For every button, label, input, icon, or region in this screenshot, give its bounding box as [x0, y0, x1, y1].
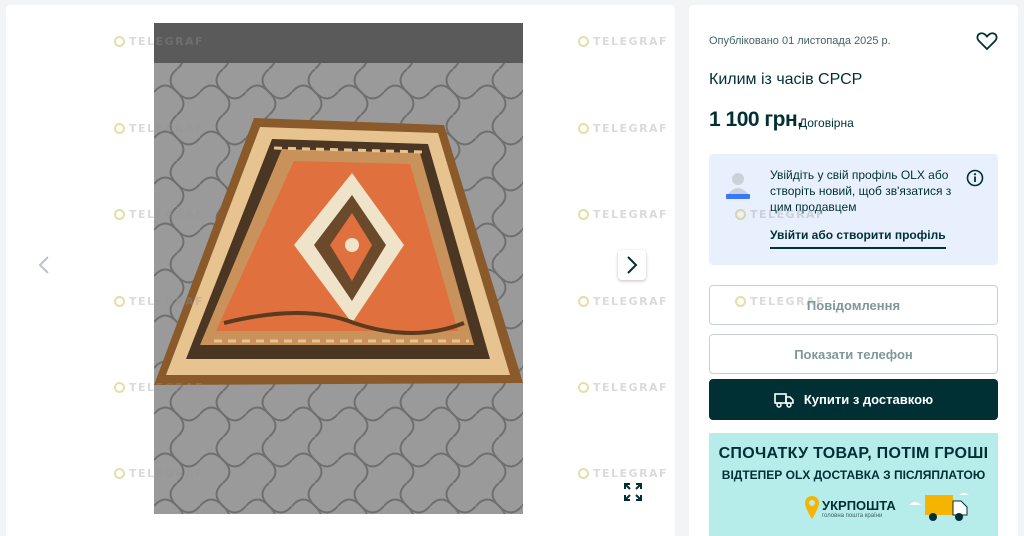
- show-phone-button[interactable]: Показати телефон: [709, 334, 998, 374]
- banner-brand: УКРПОШТА: [822, 498, 896, 513]
- published-date: Опубліковано 01 листопада 2025 р.: [709, 35, 891, 47]
- info-icon[interactable]: [966, 169, 984, 187]
- watermark: TELEGRAF: [578, 122, 668, 135]
- login-link[interactable]: Увійти або створити профіль: [770, 228, 946, 249]
- watermark: TELEGRAF: [578, 35, 668, 48]
- banner-tagline: головна пошта країни: [822, 513, 883, 519]
- delivery-truck-icon: [909, 493, 969, 521]
- login-prompt: Увійдіть у свій профіль OLX або створіть…: [709, 154, 998, 265]
- listing-photo[interactable]: [154, 23, 523, 514]
- show-phone-button-label: Показати телефон: [794, 346, 913, 362]
- watermark: TELEGRAF: [578, 381, 668, 394]
- banner-subline: ВІДТЕПЕР OLX ДОСТАВКА З ПІСЛЯПЛАТОЮ: [721, 468, 986, 482]
- image-gallery: TELEGRAF TELEGRAF TELEGRAF TELEGRAF TELE…: [6, 5, 675, 536]
- heart-icon: [976, 32, 998, 51]
- message-button[interactable]: Повідомлення: [709, 285, 998, 325]
- buy-with-delivery-label: Купити з доставкою: [803, 392, 934, 407]
- user-avatar-icon: [726, 173, 750, 199]
- watermark: TELEGRAF: [578, 208, 668, 221]
- next-image-button[interactable]: [618, 250, 646, 280]
- message-button-label: Повідомлення: [806, 297, 901, 313]
- promo-banner[interactable]: СПОЧАТКУ ТОВАР, ПОТІМ ГРОШІ ВІДТЕПЕР OLX…: [709, 433, 998, 536]
- favorite-button[interactable]: [975, 29, 999, 53]
- buy-with-delivery-button[interactable]: Купити з доставкою: [709, 379, 998, 420]
- login-prompt-text: Увійдіть у свій профіль OLX або створіть…: [770, 168, 952, 214]
- previous-image-button[interactable]: [30, 250, 58, 280]
- listing-details-panel: Опубліковано 01 листопада 2025 р. Килим …: [689, 5, 1018, 536]
- listing-title: Килим із часів СРСР: [709, 71, 863, 88]
- fullscreen-button[interactable]: [619, 479, 647, 505]
- watermark: TELEGRAF: [578, 295, 668, 308]
- chevron-right-icon: [627, 256, 638, 274]
- chevron-left-icon: [38, 256, 49, 274]
- expand-icon: [624, 483, 642, 501]
- banner-headline: СПОЧАТКУ ТОВАР, ПОТІМ ГРОШІ: [718, 445, 989, 462]
- truck-icon: [774, 392, 794, 408]
- listing-price: 1 100 грн.: [709, 108, 803, 131]
- location-pin-icon: [805, 496, 819, 519]
- carpet-image: [154, 23, 523, 514]
- negotiable-label: Договірна: [799, 116, 854, 130]
